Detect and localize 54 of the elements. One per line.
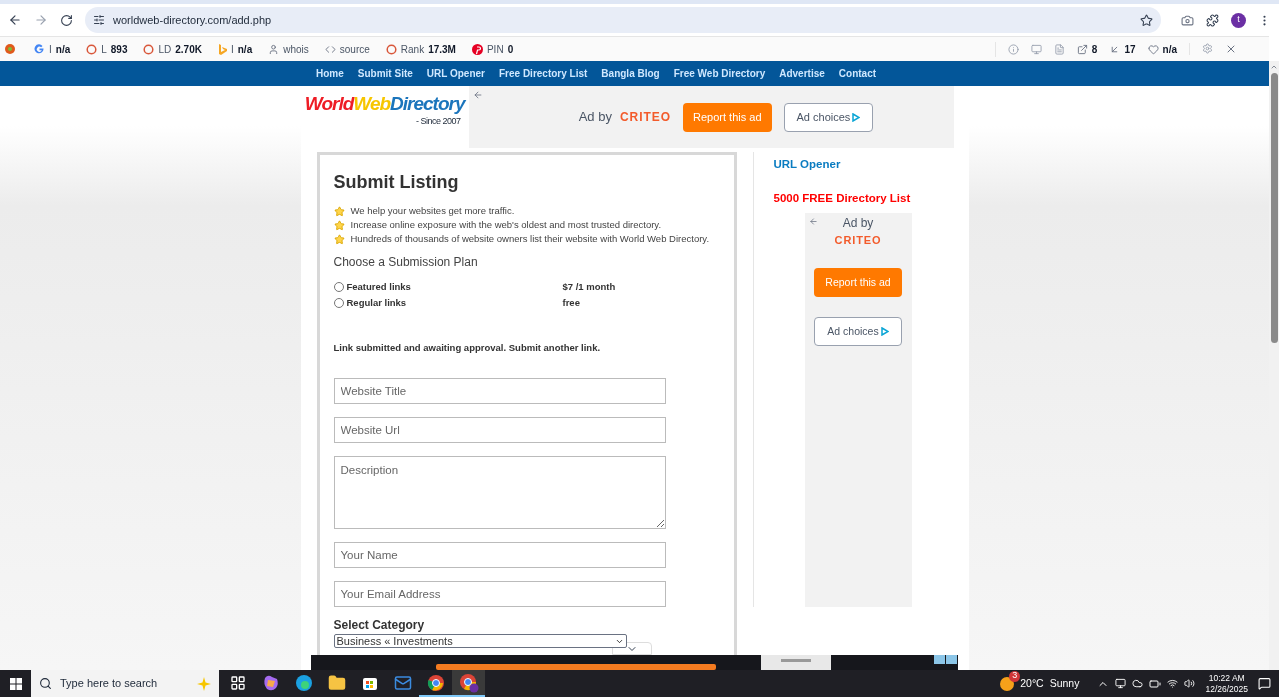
seo-metric[interactable]: LD 2.70K	[143, 41, 202, 57]
nav-link[interactable]: URL Opener	[426, 66, 485, 81]
profile-avatar[interactable]: t	[1231, 12, 1246, 28]
benefit-text: Increase online exposure with the web's oldest and most trusted directory.	[350, 218, 662, 232]
ad-choices-button[interactable]: Ad choices	[814, 317, 902, 346]
address-bar[interactable]: worldweb-directory.com/add.php	[85, 7, 1161, 33]
seo-metric[interactable]: I n/a	[217, 41, 253, 57]
ad-label: Ad by	[842, 214, 874, 232]
plan-price: free	[562, 295, 580, 310]
form-title: Submit Listing	[333, 171, 460, 194]
clock[interactable]: 10:22 AM 12/26/2025	[1205, 672, 1248, 695]
plan-label: Featured links	[346, 279, 411, 294]
seo-metric[interactable]: source	[324, 41, 370, 57]
nav-link[interactable]: Submit Site	[357, 66, 413, 81]
sidebar-link[interactable]: 5000 FREE Directory List	[773, 190, 953, 208]
taskbar-search-field[interactable]: Type here to search	[31, 670, 219, 697]
weather-condition: Sunny	[1049, 675, 1080, 691]
criteo-logo: CRITEO	[619, 109, 672, 126]
seo-metric[interactable]: PIN 0	[471, 41, 514, 57]
description-field[interactable]: Description	[333, 456, 666, 530]
site-logo: WorldWebDirectory	[304, 94, 465, 113]
seo-metric[interactable]: whois	[268, 41, 309, 57]
category-label: Select Category	[333, 617, 426, 635]
temperature-text: 20°C	[1020, 675, 1044, 691]
url-text: worldweb-directory.com/add.php	[113, 12, 273, 28]
seo-metric[interactable]: n/a	[1147, 41, 1177, 57]
nav-link[interactable]: Home	[316, 66, 344, 81]
seo-metric[interactable]: L 893	[86, 41, 128, 57]
nav-link[interactable]: Contact	[838, 66, 877, 81]
text-field[interactable]: Website Title	[333, 378, 666, 405]
text-field[interactable]: Your Email Address	[333, 581, 666, 608]
plan-heading: Choose a Submission Plan	[333, 254, 479, 271]
seo-metric[interactable]: 8	[1076, 41, 1098, 57]
nav-link[interactable]: Bangla Blog	[601, 66, 660, 81]
text-field[interactable]: Your Name	[333, 542, 666, 569]
ad-label: Ad by	[578, 108, 612, 127]
category-select[interactable]: Business « Investments	[333, 634, 627, 649]
notification-badge: 3	[1009, 670, 1021, 682]
nav-link[interactable]: Advertise	[779, 66, 825, 81]
nav-link[interactable]: Free Web Directory	[673, 66, 766, 81]
text-field[interactable]: Website Url	[333, 417, 666, 444]
nav-link[interactable]: Free Directory List	[499, 66, 588, 81]
seo-metric[interactable]: I n/a	[34, 41, 71, 57]
plan-label: Regular links	[346, 295, 407, 310]
plan-price: $7 /1 month	[562, 279, 616, 294]
ad-choices-button[interactable]: Ad choices	[783, 102, 874, 132]
criteo-logo: CRITEO	[834, 232, 882, 248]
benefit-text: We help your websites get more traffic.	[350, 204, 515, 218]
status-message: Link submitted and awaiting approval. Submit another link.	[333, 341, 602, 355]
seo-metric[interactable]: 17	[1109, 41, 1136, 57]
logo-tagline: - Since 2007	[415, 115, 462, 128]
benefit-text: Hundreds of thousands of website owners list their website with World Web Directory.	[350, 232, 710, 246]
seo-metric[interactable]: Rank 17.3M	[385, 41, 456, 57]
sidebar-link[interactable]: URL Opener	[773, 156, 953, 174]
